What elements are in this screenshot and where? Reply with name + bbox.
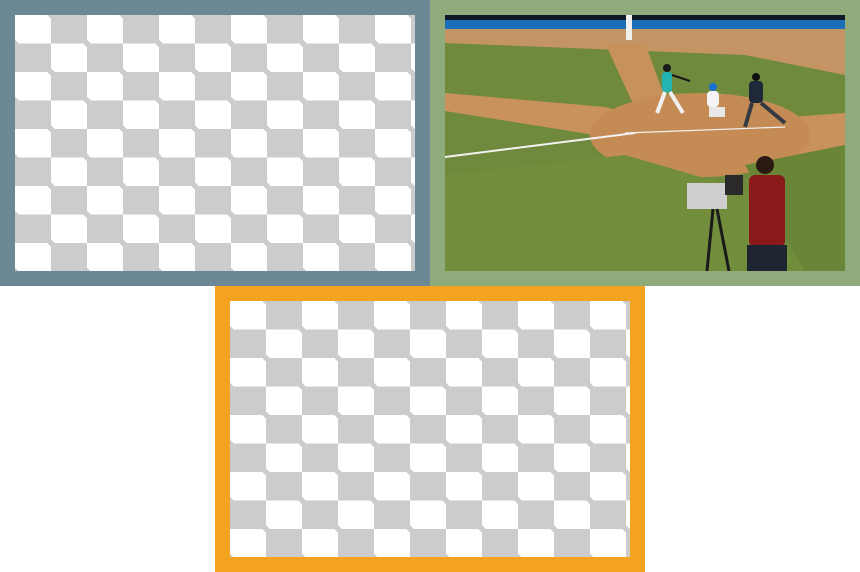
- tv-camera: [687, 183, 727, 209]
- transparency-checkerboard: [15, 15, 415, 271]
- fielder: [626, 15, 632, 40]
- image-tile-empty-top-left[interactable]: [0, 0, 430, 286]
- image-tile-baseball-photo[interactable]: [430, 0, 860, 286]
- image-tile-empty-bottom[interactable]: [215, 286, 645, 572]
- transparency-checkerboard: [230, 301, 630, 557]
- baseball-game-photo: [445, 15, 845, 271]
